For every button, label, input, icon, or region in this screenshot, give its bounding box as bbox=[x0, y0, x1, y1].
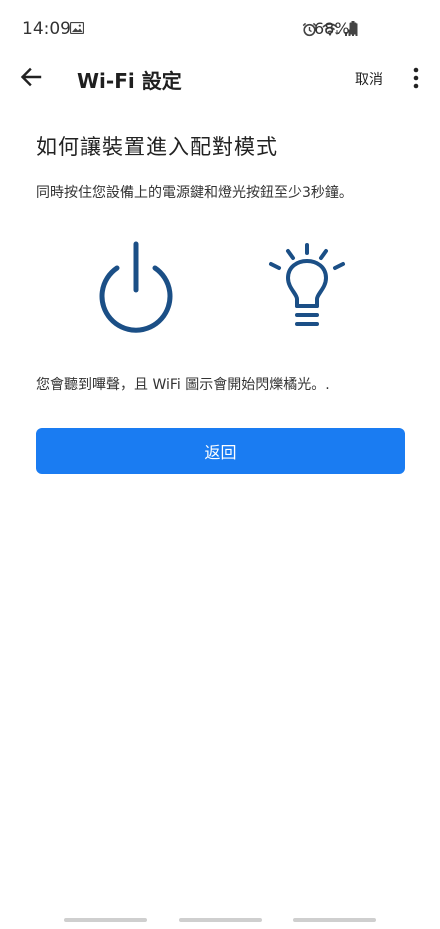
back-button[interactable] bbox=[16, 62, 46, 92]
battery-icon bbox=[349, 21, 357, 35]
nav-back-indicator[interactable] bbox=[293, 918, 376, 922]
nav-home-indicator[interactable] bbox=[179, 918, 262, 922]
back-arrow-icon bbox=[20, 67, 42, 87]
app-bar: Wi-Fi 設定 取消 bbox=[0, 58, 440, 98]
status-time: 14:09 bbox=[22, 19, 71, 39]
system-navigation-bar bbox=[0, 918, 440, 924]
note-text: 您會聽到嗶聲，且 WiFi 圖示會開始閃爍橘光。. bbox=[36, 377, 330, 393]
overflow-menu-icon[interactable] bbox=[408, 66, 424, 90]
screen: 14:09 68% Wi-Fi 設定 取消 如何讓裝置進入配對模式 同時按住您設… bbox=[0, 0, 440, 929]
light-bulb-icon bbox=[269, 243, 345, 326]
battery-percentage: 68% bbox=[314, 19, 350, 38]
cancel-button[interactable]: 取消 bbox=[355, 69, 383, 89]
back-action-button[interactable]: 返回 bbox=[36, 428, 405, 474]
instruction-text: 同時按住您設備上的電源鍵和燈光按鈕至少3秒鐘。 bbox=[36, 185, 353, 201]
nav-recents-indicator[interactable] bbox=[64, 918, 147, 922]
power-icon bbox=[99, 241, 173, 333]
page-title: Wi-Fi 設定 bbox=[77, 69, 182, 93]
image-icon bbox=[70, 22, 84, 34]
section-heading: 如何讓裝置進入配對模式 bbox=[36, 135, 278, 159]
status-bar: 14:09 68% bbox=[0, 0, 440, 58]
